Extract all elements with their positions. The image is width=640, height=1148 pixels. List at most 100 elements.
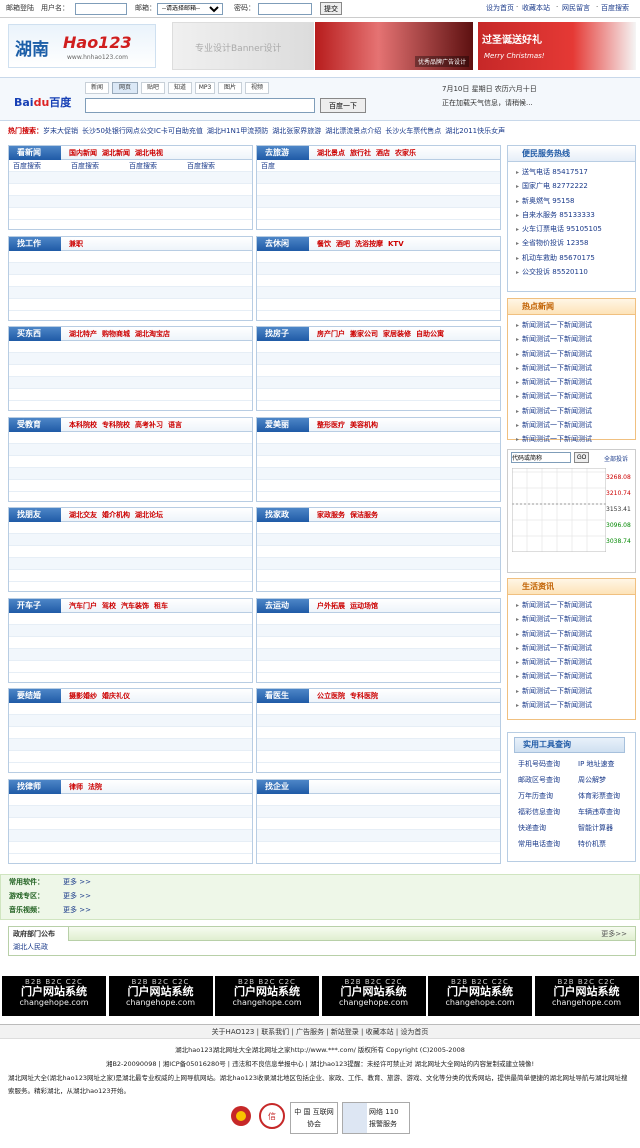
category-link[interactable]: 洗浴按摩 <box>355 240 383 248</box>
footer-link[interactable]: 联系我们 <box>261 1028 289 1036</box>
news-item[interactable]: 新闻测试一下新闻测试 <box>516 432 635 446</box>
hotline-item[interactable]: 国家广电 82772222 <box>516 179 635 193</box>
hotline-item[interactable]: 火车订票电话 95105105 <box>516 222 635 236</box>
guestbook-link[interactable]: 网民留言 <box>562 3 590 13</box>
portal-system-banner[interactable]: B2B B2C C2C 门户网站系统 changehope.com <box>2 976 106 1016</box>
category-title[interactable]: 开车子 <box>9 598 61 613</box>
portal-system-banner[interactable]: B2B B2C C2C 门户网站系统 changehope.com <box>215 976 319 1016</box>
site-link[interactable]: 百度 <box>261 160 319 172</box>
category-link[interactable]: 餐饮 <box>317 240 331 248</box>
category-title[interactable]: 找房子 <box>257 327 309 341</box>
footer-link[interactable]: 新站登录 <box>331 1028 359 1036</box>
news-item[interactable]: 新闻测试一下新闻测试 <box>516 361 635 375</box>
category-link[interactable]: 湖北景点 <box>317 149 345 157</box>
trust-badge[interactable]: 信 <box>258 1102 286 1134</box>
hot-search-link[interactable]: 长沙50处银行网点公交IC卡可自助充值 <box>82 127 203 135</box>
category-link[interactable]: 美容机构 <box>350 421 378 429</box>
hotline-item[interactable]: 公交投诉 85520110 <box>516 265 635 279</box>
tool-link[interactable]: 周公解梦 <box>578 775 638 786</box>
life-news-item[interactable]: 新闻测试一下新闻测试 <box>516 669 635 683</box>
news-item[interactable]: 新闻测试一下新闻测试 <box>516 318 635 332</box>
life-news-item[interactable]: 新闻测试一下新闻测试 <box>516 641 635 655</box>
news-item[interactable]: 新闻测试一下新闻测试 <box>516 404 635 418</box>
category-title[interactable]: 找家政 <box>257 508 309 522</box>
news-item[interactable]: 新闻测试一下新闻测试 <box>516 418 635 432</box>
brand-ad-banner[interactable]: 优秀品牌广告设计 <box>315 22 473 70</box>
footer-link[interactable]: 设为首页 <box>400 1028 428 1036</box>
category-link[interactable]: 酒吧 <box>336 240 350 248</box>
search-input[interactable] <box>85 98 315 113</box>
category-title[interactable]: 找工作 <box>9 236 61 251</box>
hot-search-link[interactable]: 湖北漂流景点介绍 <box>325 127 381 135</box>
tool-link[interactable]: 特价机票 <box>578 839 638 850</box>
baidu-search-link[interactable]: 百度搜索 <box>601 3 629 13</box>
life-news-item[interactable]: 新闻测试一下新闻测试 <box>516 684 635 698</box>
set-home-link[interactable]: 设为首页 <box>486 3 514 13</box>
category-link[interactable]: 保洁服务 <box>350 511 378 519</box>
category-link[interactable]: KTV <box>388 240 404 248</box>
category-title[interactable]: 去运动 <box>257 598 309 613</box>
category-title[interactable]: 找律师 <box>9 779 61 794</box>
tool-link[interactable]: 手机号码查询 <box>518 759 578 770</box>
gov-more-link[interactable]: 更多>> <box>601 929 627 939</box>
life-news-item[interactable]: 新闻测试一下新闻测试 <box>516 655 635 669</box>
category-link[interactable]: 家居装修 <box>383 330 411 338</box>
category-link[interactable]: 湖北交友 <box>69 511 97 519</box>
tool-link[interactable]: 邮政区号查询 <box>518 775 578 786</box>
life-news-item[interactable]: 新闻测试一下新闻测试 <box>516 612 635 626</box>
footer-link[interactable]: 广告服务 <box>296 1028 324 1036</box>
category-link[interactable]: 摄影婚纱 <box>69 692 97 700</box>
category-link[interactable]: 驾校 <box>102 602 116 610</box>
news-item[interactable]: 新闻测试一下新闻测试 <box>516 347 635 361</box>
category-link[interactable]: 公立医院 <box>317 692 345 700</box>
tool-link[interactable]: 智能计算器 <box>578 823 638 834</box>
category-link[interactable]: 婚庆礼仪 <box>102 692 130 700</box>
category-link[interactable]: 自助公寓 <box>416 330 444 338</box>
footer-link[interactable]: 关于HAO123 <box>212 1028 255 1036</box>
police-110-badge[interactable]: 网络 110 报警服务 <box>342 1102 410 1134</box>
hot-search-link[interactable]: 湖北张家界旅游 <box>272 127 321 135</box>
category-title[interactable]: 去旅游 <box>257 146 309 160</box>
category-link[interactable]: 国内新闻 <box>69 149 97 157</box>
life-news-item[interactable]: 新闻测试一下新闻测试 <box>516 698 635 712</box>
more-link[interactable]: 更多 >> <box>63 878 91 886</box>
tool-link[interactable]: 车辆违章查询 <box>578 807 638 818</box>
portal-system-banner[interactable]: B2B B2C C2C 门户网站系统 changehope.com <box>108 976 213 1016</box>
isc-badge[interactable]: 中 国 互联网协会 <box>290 1102 338 1134</box>
hotline-item[interactable]: 机动车救助 85670175 <box>516 251 635 265</box>
category-link[interactable]: 高考补习 <box>135 421 163 429</box>
life-news-item[interactable]: 新闻测试一下新闻测试 <box>516 627 635 641</box>
category-title[interactable]: 买东西 <box>9 327 61 341</box>
hot-search-link[interactable]: 长沙火车票代售点 <box>385 127 441 135</box>
category-link[interactable]: 律师 <box>69 783 83 791</box>
category-link[interactable]: 湖北淘宝店 <box>135 330 170 338</box>
category-link[interactable]: 运动场馆 <box>350 602 378 610</box>
police-badge[interactable] <box>230 1102 252 1134</box>
category-title[interactable]: 去休闲 <box>257 236 309 251</box>
category-title[interactable]: 爱美丽 <box>257 417 309 432</box>
category-link[interactable]: 湖北特产 <box>69 330 97 338</box>
site-link[interactable]: 百度搜索 <box>129 160 187 172</box>
search-tab[interactable]: MP3 <box>195 82 215 94</box>
christmas-ad-banner[interactable]: 过圣诞送好礼 Merry Christmas! <box>478 22 636 70</box>
site-link[interactable]: 百度搜索 <box>13 160 71 172</box>
news-item[interactable]: 新闻测试一下新闻测试 <box>516 389 635 403</box>
category-link[interactable]: 湖北论坛 <box>135 511 163 519</box>
category-link[interactable]: 酒店 <box>376 149 390 157</box>
search-tab[interactable]: 贴吧 <box>141 82 165 94</box>
hotline-item[interactable]: 送气电话 85417517 <box>516 165 635 179</box>
search-button[interactable]: 百度一下 <box>320 98 366 113</box>
search-tab[interactable]: 视频 <box>245 82 269 94</box>
category-link[interactable]: 湖北电视 <box>135 149 163 157</box>
category-link[interactable]: 家政服务 <box>317 511 345 519</box>
bookmark-link[interactable]: 收藏本站 <box>522 3 550 13</box>
password-input[interactable] <box>258 3 312 15</box>
hot-search-link[interactable]: 湖北2011快乐女声 <box>445 127 505 135</box>
tool-link[interactable]: 体育彩票查询 <box>578 791 638 802</box>
category-title[interactable]: 看医生 <box>257 689 309 703</box>
category-link[interactable]: 旅行社 <box>350 149 371 157</box>
tool-link[interactable]: 万年历查询 <box>518 791 578 802</box>
category-link[interactable]: 专科院校 <box>102 421 130 429</box>
category-link[interactable]: 房产门户 <box>317 330 345 338</box>
hotline-item[interactable]: 新奥燃气 95158 <box>516 194 635 208</box>
